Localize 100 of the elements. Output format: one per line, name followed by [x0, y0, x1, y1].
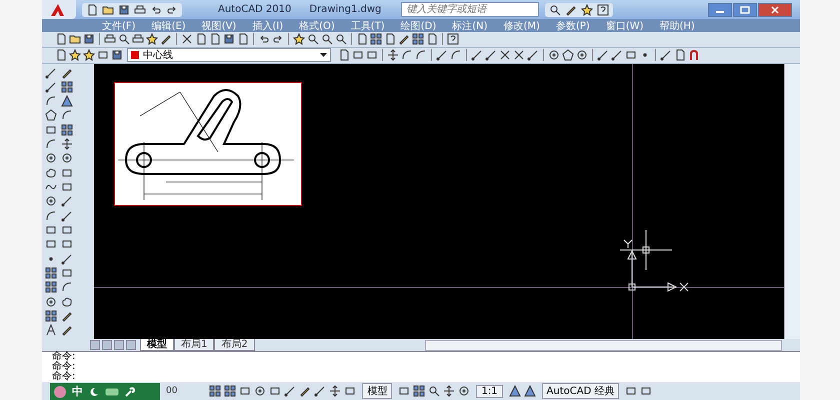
triangle-icon[interactable] — [61, 95, 73, 108]
help-icon[interactable] — [447, 33, 459, 46]
grid-icon[interactable] — [45, 281, 57, 294]
circle-icon[interactable] — [576, 49, 588, 62]
circle-icon[interactable] — [45, 152, 57, 164]
workspace-dropdown[interactable]: AutoCAD 经典 — [542, 383, 620, 400]
rectangle-icon[interactable] — [61, 181, 73, 194]
zoom-icon[interactable] — [118, 33, 130, 46]
line-icon[interactable] — [485, 49, 497, 62]
line-icon[interactable] — [611, 49, 623, 62]
menu-item[interactable]: 编辑(E) — [144, 18, 194, 32]
undo-icon[interactable] — [150, 4, 162, 16]
ime-bar[interactable]: 中 — [50, 383, 160, 400]
layout-tab[interactable]: 布局1 — [174, 339, 214, 352]
zoom-icon[interactable] — [428, 385, 440, 398]
document-icon[interactable] — [86, 4, 98, 16]
layout-tab[interactable]: 模型 — [140, 339, 174, 352]
printer-icon[interactable] — [104, 33, 116, 46]
help-icon[interactable] — [597, 4, 610, 16]
redo-icon[interactable] — [166, 4, 178, 16]
zoom-icon[interactable] — [321, 33, 333, 46]
star-icon[interactable] — [581, 4, 594, 16]
printer-icon[interactable] — [134, 4, 146, 16]
layout-tab[interactable]: 布局2 — [214, 339, 255, 352]
circle-icon[interactable] — [45, 296, 57, 308]
document-icon[interactable] — [237, 33, 249, 46]
document-icon[interactable] — [674, 49, 686, 62]
rectangle-icon[interactable] — [625, 49, 637, 62]
pencil-icon[interactable] — [61, 310, 73, 322]
arc-icon[interactable] — [61, 109, 73, 122]
magnet-icon[interactable] — [688, 49, 700, 62]
line-icon[interactable] — [597, 49, 609, 62]
circle-icon[interactable] — [45, 195, 57, 208]
grid-icon[interactable] — [45, 310, 57, 322]
arc-icon[interactable] — [61, 281, 73, 294]
pencil-icon[interactable] — [299, 385, 312, 398]
previous-tab-button[interactable] — [102, 340, 112, 350]
cross-icon[interactable] — [513, 49, 525, 62]
undo-icon[interactable] — [258, 33, 270, 46]
model-button[interactable]: 模型 — [362, 383, 392, 400]
grid-icon[interactable] — [209, 385, 222, 398]
menu-item[interactable]: 插入(I) — [244, 18, 292, 32]
grid-icon[interactable] — [413, 385, 426, 398]
rectangle-icon[interactable] — [61, 224, 73, 236]
cross-icon[interactable] — [499, 49, 511, 62]
document-icon[interactable] — [356, 33, 368, 46]
document-icon[interactable] — [195, 33, 207, 46]
grid-icon[interactable] — [224, 385, 236, 398]
menu-item[interactable]: 工具(T) — [342, 18, 393, 32]
star-icon[interactable] — [293, 33, 305, 46]
circle-icon[interactable] — [458, 385, 470, 398]
cloud-icon[interactable] — [61, 296, 73, 308]
save-icon[interactable] — [223, 33, 235, 46]
pencil-icon[interactable] — [398, 33, 410, 46]
next-tab-button[interactable] — [114, 340, 124, 350]
cloud-icon[interactable] — [45, 166, 57, 179]
line-icon[interactable] — [284, 385, 296, 398]
triangle-icon[interactable] — [524, 385, 536, 398]
line-icon[interactable] — [61, 252, 73, 265]
save-icon[interactable] — [111, 49, 123, 62]
arc-icon[interactable] — [401, 49, 413, 62]
minimize-button[interactable] — [708, 2, 732, 16]
rectangle-icon[interactable] — [45, 238, 57, 250]
zoom-icon[interactable] — [307, 33, 319, 46]
rectangle-icon[interactable] — [97, 49, 109, 62]
command-window[interactable]: 命令: 命令: 命令: — [42, 351, 800, 382]
first-tab-button[interactable] — [90, 340, 100, 350]
pencil-icon[interactable] — [61, 324, 73, 336]
save-icon[interactable] — [83, 33, 95, 46]
menu-item[interactable]: 帮助(H) — [652, 18, 703, 32]
cross-icon[interactable] — [181, 33, 193, 46]
menu-item[interactable]: 文件(F) — [94, 18, 144, 32]
move-icon[interactable] — [387, 49, 399, 62]
grid-icon[interactable] — [61, 80, 73, 93]
arc-icon[interactable] — [415, 49, 427, 62]
document-icon[interactable] — [426, 33, 438, 46]
grid-icon[interactable] — [45, 266, 57, 279]
letter-icon[interactable] — [45, 324, 57, 336]
line-icon[interactable] — [45, 66, 57, 79]
grid-icon[interactable] — [61, 124, 73, 136]
pencil-icon[interactable] — [61, 66, 73, 79]
triangle-icon[interactable] — [508, 385, 521, 398]
printer-icon[interactable] — [132, 33, 144, 46]
rectangle-icon[interactable] — [269, 385, 282, 398]
arc-icon[interactable] — [45, 210, 57, 222]
folder-icon[interactable] — [102, 4, 114, 16]
document-icon[interactable] — [209, 33, 221, 46]
line-icon[interactable] — [660, 49, 672, 62]
arc-icon[interactable] — [45, 138, 57, 150]
document-icon[interactable] — [338, 49, 350, 62]
grid-icon[interactable] — [370, 33, 382, 46]
star-icon[interactable] — [83, 49, 95, 62]
close-button[interactable] — [758, 2, 792, 16]
rectangle-icon[interactable] — [398, 385, 410, 398]
star-icon[interactable] — [69, 49, 81, 62]
vertical-scrollbar[interactable] — [784, 64, 800, 340]
save-icon[interactable] — [118, 4, 130, 16]
annotation-scale-dropdown[interactable]: 1:1 — [476, 384, 503, 398]
polygon-icon[interactable] — [562, 49, 574, 62]
maximize-button[interactable] — [733, 2, 757, 16]
